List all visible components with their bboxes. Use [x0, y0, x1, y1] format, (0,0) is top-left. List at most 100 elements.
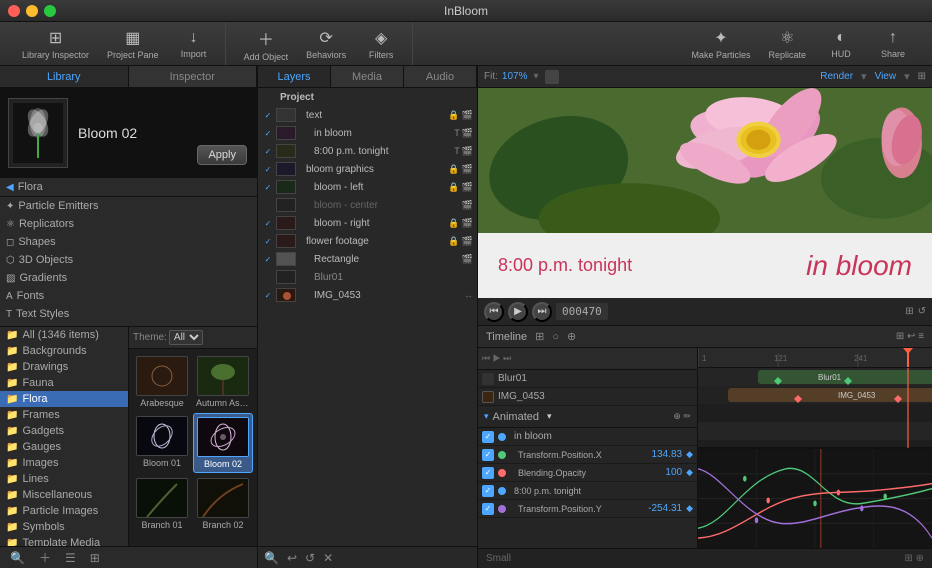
apply-button[interactable]: Apply	[197, 145, 247, 165]
layer-blur01[interactable]: Blur01	[258, 268, 477, 286]
layer-bloom-center[interactable]: bloom - center 🎬	[258, 196, 477, 214]
lib-item-flora[interactable]: 📁 Flora	[0, 391, 128, 407]
search-button[interactable]: 🔍	[6, 549, 29, 567]
library-inspector-button[interactable]: ⊞ Library Inspector	[14, 24, 97, 64]
tab-audio[interactable]: Audio	[404, 66, 477, 87]
play-button[interactable]: ▶	[508, 302, 528, 322]
lib-item-gauges[interactable]: 📁 Gauges	[0, 439, 128, 455]
layers-delete-icon[interactable]: ✕	[321, 549, 335, 567]
window-controls[interactable]	[8, 5, 56, 17]
thumb-bloom-01[interactable]: Bloom 01	[133, 413, 191, 473]
grid-view-button[interactable]: ⊞	[86, 549, 104, 567]
cat-particle-emitters[interactable]: ✦ Particle Emitters	[0, 197, 257, 215]
layer-in-bloom[interactable]: ✓ in bloom T 🎬	[258, 124, 477, 142]
track-in-bloom[interactable]: ✓ in bloom	[478, 428, 697, 446]
maximize-button[interactable]	[44, 5, 56, 17]
color-swatch[interactable]	[545, 70, 559, 84]
track-8pm[interactable]: ✓ 8:00 p.m. tonight	[478, 482, 697, 500]
lib-item-particle-images[interactable]: 📁 Particle Images	[0, 503, 128, 519]
track-opacity[interactable]: ✓ Blending.Opacity 100 ◆	[478, 464, 697, 482]
titlebar: InBloom	[0, 0, 932, 22]
keyframe-btn-y[interactable]: ◆	[686, 503, 693, 514]
lib-item-all[interactable]: 📁 All (1346 items)	[0, 327, 128, 343]
lib-item-gadgets[interactable]: 📁 Gadgets	[0, 423, 128, 439]
timeline-right-options[interactable]: ⊞ ↩ ≡	[896, 331, 924, 342]
layer-project[interactable]: Project	[258, 88, 477, 106]
timeline-options[interactable]: ⊞	[535, 330, 544, 343]
loop-button[interactable]: ↺	[918, 306, 926, 317]
layer-text-group[interactable]: ✓ text 🔒 🎬	[258, 106, 477, 124]
animated-options[interactable]: ⊕ ✏	[673, 411, 691, 422]
thumb-arabesque[interactable]: Arabesque	[133, 353, 191, 411]
canvas-options[interactable]: ⊞	[918, 71, 926, 82]
track-img0453[interactable]: IMG_0453	[478, 388, 697, 406]
thumb-bloom-03[interactable]: Bloom 03	[255, 413, 257, 473]
rewind-button[interactable]: ⏮	[484, 302, 504, 322]
make-particles-button[interactable]: ✦ Make Particles	[683, 24, 758, 64]
cat-3d-objects[interactable]: ⬡ 3D Objects	[0, 251, 257, 269]
layer-bloom-graphics[interactable]: ✓ bloom graphics 🔒 🎬	[258, 160, 477, 178]
thumb-branch-02[interactable]: Branch 02	[193, 475, 253, 533]
cat-gradients[interactable]: ▨ Gradients	[0, 269, 257, 287]
cat-replicators[interactable]: ⚛ Replicators	[0, 215, 257, 233]
layers-rotate-icon[interactable]: ↺	[303, 549, 317, 567]
timeline-close[interactable]: ⊕	[567, 330, 576, 343]
add-object-button[interactable]: ＋ Add Object	[236, 22, 297, 66]
lib-item-drawings[interactable]: 📁 Drawings	[0, 359, 128, 375]
layers-add-icon[interactable]: ↩	[285, 549, 299, 567]
render-dropdown[interactable]: Render	[820, 71, 853, 82]
forward-button[interactable]: ⏭	[532, 302, 552, 322]
keyframe-btn-x[interactable]: ◆	[686, 449, 693, 460]
lib-item-frames[interactable]: 📁 Frames	[0, 407, 128, 423]
track-blur01[interactable]: Blur01	[478, 370, 697, 388]
layer-img0453[interactable]: ✓ IMG_0453 ↔	[258, 286, 477, 304]
layers-search-icon[interactable]: 🔍	[262, 549, 281, 567]
track-pos-x[interactable]: ✓ Transform.Position.X 134.83 ◆	[478, 446, 697, 464]
back-arrow[interactable]: ◀	[6, 182, 14, 193]
lib-item-template-media[interactable]: 📁 Template Media	[0, 535, 128, 546]
tab-media[interactable]: Media	[331, 66, 404, 87]
project-pane-button[interactable]: ▦ Project Pane	[99, 24, 167, 64]
lib-item-fauna[interactable]: 📁 Fauna	[0, 375, 128, 391]
list-view-button[interactable]: ☰	[61, 549, 80, 567]
thumb-autumn-border[interactable]: Autumn Border	[255, 353, 257, 411]
animated-dropdown[interactable]: ▾	[547, 411, 552, 422]
cat-text-styles[interactable]: T Text Styles	[0, 305, 257, 323]
timeline-add[interactable]: ○	[552, 331, 559, 343]
close-button[interactable]	[8, 5, 20, 17]
lib-item-lines[interactable]: 📁 Lines	[0, 471, 128, 487]
add-button[interactable]: ＋	[35, 547, 55, 568]
layers-bottom-bar: 🔍 ↩ ↺ ✕	[258, 546, 477, 568]
tab-inspector[interactable]: Inspector	[129, 66, 258, 87]
layer-rectangle[interactable]: ✓ Rectangle 🎬	[258, 250, 477, 268]
cat-shapes[interactable]: ◻ Shapes	[0, 233, 257, 251]
import-button[interactable]: ↓ Import	[169, 25, 219, 63]
tab-library[interactable]: Library	[0, 66, 129, 87]
layer-flower-footage[interactable]: ✓ flower footage 🔒 🎬	[258, 232, 477, 250]
playback-options[interactable]: ⊞	[905, 306, 913, 317]
view-dropdown[interactable]: View	[875, 71, 897, 82]
behaviors-button[interactable]: ⟳ Behaviors	[298, 24, 354, 64]
share-button[interactable]: ↑ Share	[868, 25, 918, 63]
lib-item-misc[interactable]: 📁 Miscellaneous	[0, 487, 128, 503]
track-pos-y[interactable]: ✓ Transform.Position.Y -254.31 ◆	[478, 500, 697, 518]
tab-layers[interactable]: Layers	[258, 66, 331, 87]
layer-8pm[interactable]: ✓ 8:00 p.m. tonight T 🎬	[258, 142, 477, 160]
hud-button[interactable]: ◐ HUD	[816, 25, 866, 63]
filters-button[interactable]: ◈ Filters	[356, 24, 406, 64]
thumb-branch-03[interactable]: Branch 03	[255, 475, 257, 533]
thumb-branch-01[interactable]: Branch 01	[133, 475, 191, 533]
lib-item-symbols[interactable]: 📁 Symbols	[0, 519, 128, 535]
theme-select[interactable]: All	[169, 330, 203, 345]
app-title: InBloom	[444, 4, 488, 18]
lib-item-backgrounds[interactable]: 📁 Backgrounds	[0, 343, 128, 359]
layer-bloom-left[interactable]: ✓ bloom - left 🔒 🎬	[258, 178, 477, 196]
thumb-bloom-02[interactable]: Bloom 02	[193, 413, 253, 473]
thumb-autumn-aspen[interactable]: Autumn Aspen	[193, 353, 253, 411]
minimize-button[interactable]	[26, 5, 38, 17]
replicate-button[interactable]: ⚛ Replicate	[760, 24, 814, 64]
lib-item-images[interactable]: 📁 Images	[0, 455, 128, 471]
layer-bloom-right[interactable]: ✓ bloom - right 🔒 🎬	[258, 214, 477, 232]
cat-fonts[interactable]: A Fonts	[0, 287, 257, 305]
keyframe-btn-opacity[interactable]: ◆	[686, 467, 693, 478]
